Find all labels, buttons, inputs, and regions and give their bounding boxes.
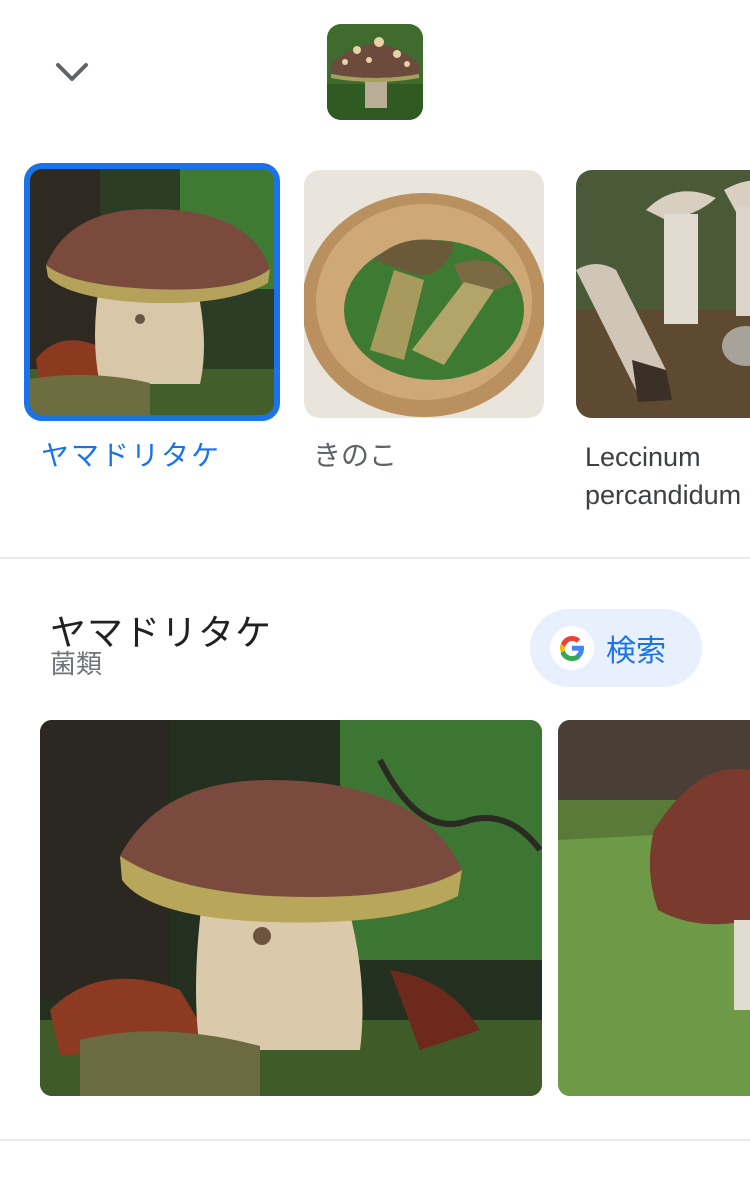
result-label-3[interactable]: Leccinum percandidum bbox=[585, 438, 750, 514]
result-image-1 bbox=[24, 163, 280, 421]
search-button-label: 検索 bbox=[606, 634, 666, 669]
result-card-leccinum[interactable] bbox=[576, 170, 750, 418]
chevron-down-icon bbox=[56, 63, 88, 81]
collapse-button[interactable] bbox=[44, 44, 100, 100]
result-label-1[interactable]: ヤマドリタケ bbox=[41, 434, 221, 474]
result-card-kinoko[interactable] bbox=[304, 170, 544, 418]
result-image-3 bbox=[576, 170, 750, 418]
result-card-yamadoritake[interactable] bbox=[24, 163, 280, 421]
google-lens-results: ヤマドリタケ きのこ Leccinum percandidum ヤマドリタケ 菌… bbox=[0, 0, 750, 1191]
mushroom-thumbnail-image bbox=[327, 24, 423, 120]
result-label-2[interactable]: きのこ bbox=[313, 434, 397, 474]
google-g-icon bbox=[550, 626, 594, 670]
entity-image-1[interactable] bbox=[40, 720, 542, 1096]
result-image-2 bbox=[304, 170, 544, 418]
google-search-button[interactable]: 検索 bbox=[530, 609, 702, 687]
section-divider bbox=[0, 557, 750, 559]
query-image-thumbnail[interactable] bbox=[327, 24, 423, 120]
entity-subtitle: 菌類 bbox=[50, 650, 103, 680]
entity-image-2[interactable] bbox=[558, 720, 750, 1096]
bottom-divider bbox=[0, 1139, 750, 1141]
